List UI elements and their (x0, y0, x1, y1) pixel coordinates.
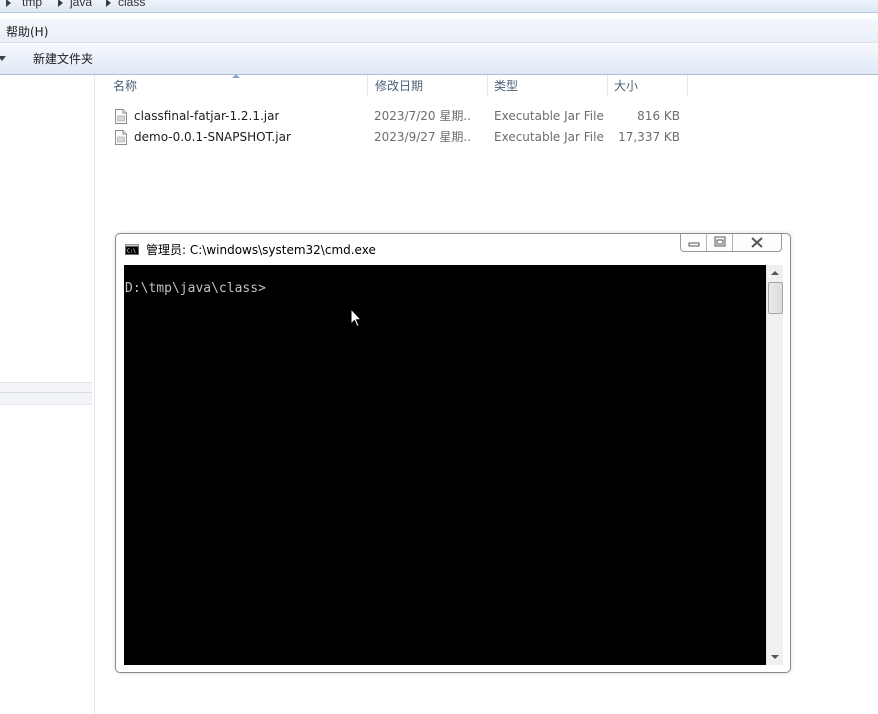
file-date: 2023/9/27 星期... (374, 130, 470, 144)
column-header-size[interactable]: 大小 (608, 75, 688, 97)
console-prompt: D:\tmp\java\class> (125, 281, 266, 296)
svg-text:C:\: C:\ (127, 249, 136, 255)
cmd-window-icon: C:\ (125, 244, 139, 255)
jar-file-icon (115, 130, 127, 145)
close-icon (751, 237, 763, 248)
column-header-type[interactable]: 类型 (488, 75, 608, 97)
breadcrumb-item[interactable]: java (70, 0, 92, 9)
breadcrumb-arrow-icon (106, 0, 111, 7)
cmd-titlebar[interactable]: C:\ 管理员: C:\windows\system32\cmd.exe (116, 234, 790, 264)
jar-file-icon (115, 109, 127, 124)
address-breadcrumb: tmp java class (0, 0, 878, 13)
mouse-cursor-icon (350, 308, 362, 328)
file-name: classfinal-fatjar-1.2.1.jar (134, 109, 280, 123)
menu-bar: 帮助(H) (0, 19, 878, 43)
file-size: 816 KB (637, 109, 680, 123)
file-type: Executable Jar File (494, 109, 604, 123)
maximize-icon (714, 236, 726, 247)
navigation-pane (0, 75, 95, 714)
minimize-button[interactable] (681, 234, 707, 251)
toolbar: 新建文件夹 (0, 44, 878, 75)
file-type: Executable Jar File (494, 130, 604, 144)
console-area[interactable]: D:\tmp\java\class> (124, 265, 766, 665)
dropdown-arrow-icon[interactable] (0, 56, 6, 61)
nav-divider (0, 392, 92, 393)
breadcrumb-arrow-icon (58, 0, 63, 7)
file-row[interactable]: demo-0.0.1-SNAPSHOT.jar 2023/9/27 星期... … (95, 127, 695, 148)
cmd-title: 管理员: C:\windows\system32\cmd.exe (146, 243, 376, 257)
scroll-up-icon[interactable] (771, 271, 779, 275)
breadcrumb-arrow-icon (6, 0, 11, 7)
maximize-button[interactable] (707, 234, 733, 251)
file-name: demo-0.0.1-SNAPSHOT.jar (134, 130, 291, 144)
file-date: 2023/7/20 星期... (374, 109, 470, 123)
column-headers: 名称 修改日期 类型 大小 (95, 74, 695, 97)
vertical-scrollbar[interactable] (766, 265, 783, 665)
breadcrumb-item[interactable]: tmp (22, 0, 42, 9)
nav-selected-item[interactable] (0, 382, 92, 405)
scroll-thumb[interactable] (768, 282, 783, 314)
cmd-window[interactable]: C:\ 管理员: C:\windows\system32\cmd.exe D:\… (115, 233, 791, 673)
close-button[interactable] (733, 234, 781, 251)
file-row[interactable]: classfinal-fatjar-1.2.1.jar 2023/7/20 星期… (95, 106, 695, 127)
scroll-down-icon[interactable] (771, 655, 779, 659)
breadcrumb-item[interactable]: class (118, 0, 145, 9)
caption-buttons (680, 234, 782, 252)
menu-help[interactable]: 帮助(H) (6, 23, 48, 40)
column-header-name[interactable]: 名称 (95, 75, 368, 97)
file-size: 17,337 KB (618, 130, 680, 144)
new-folder-button[interactable]: 新建文件夹 (33, 50, 93, 67)
column-header-date[interactable]: 修改日期 (368, 75, 488, 97)
minimize-icon (688, 242, 700, 247)
